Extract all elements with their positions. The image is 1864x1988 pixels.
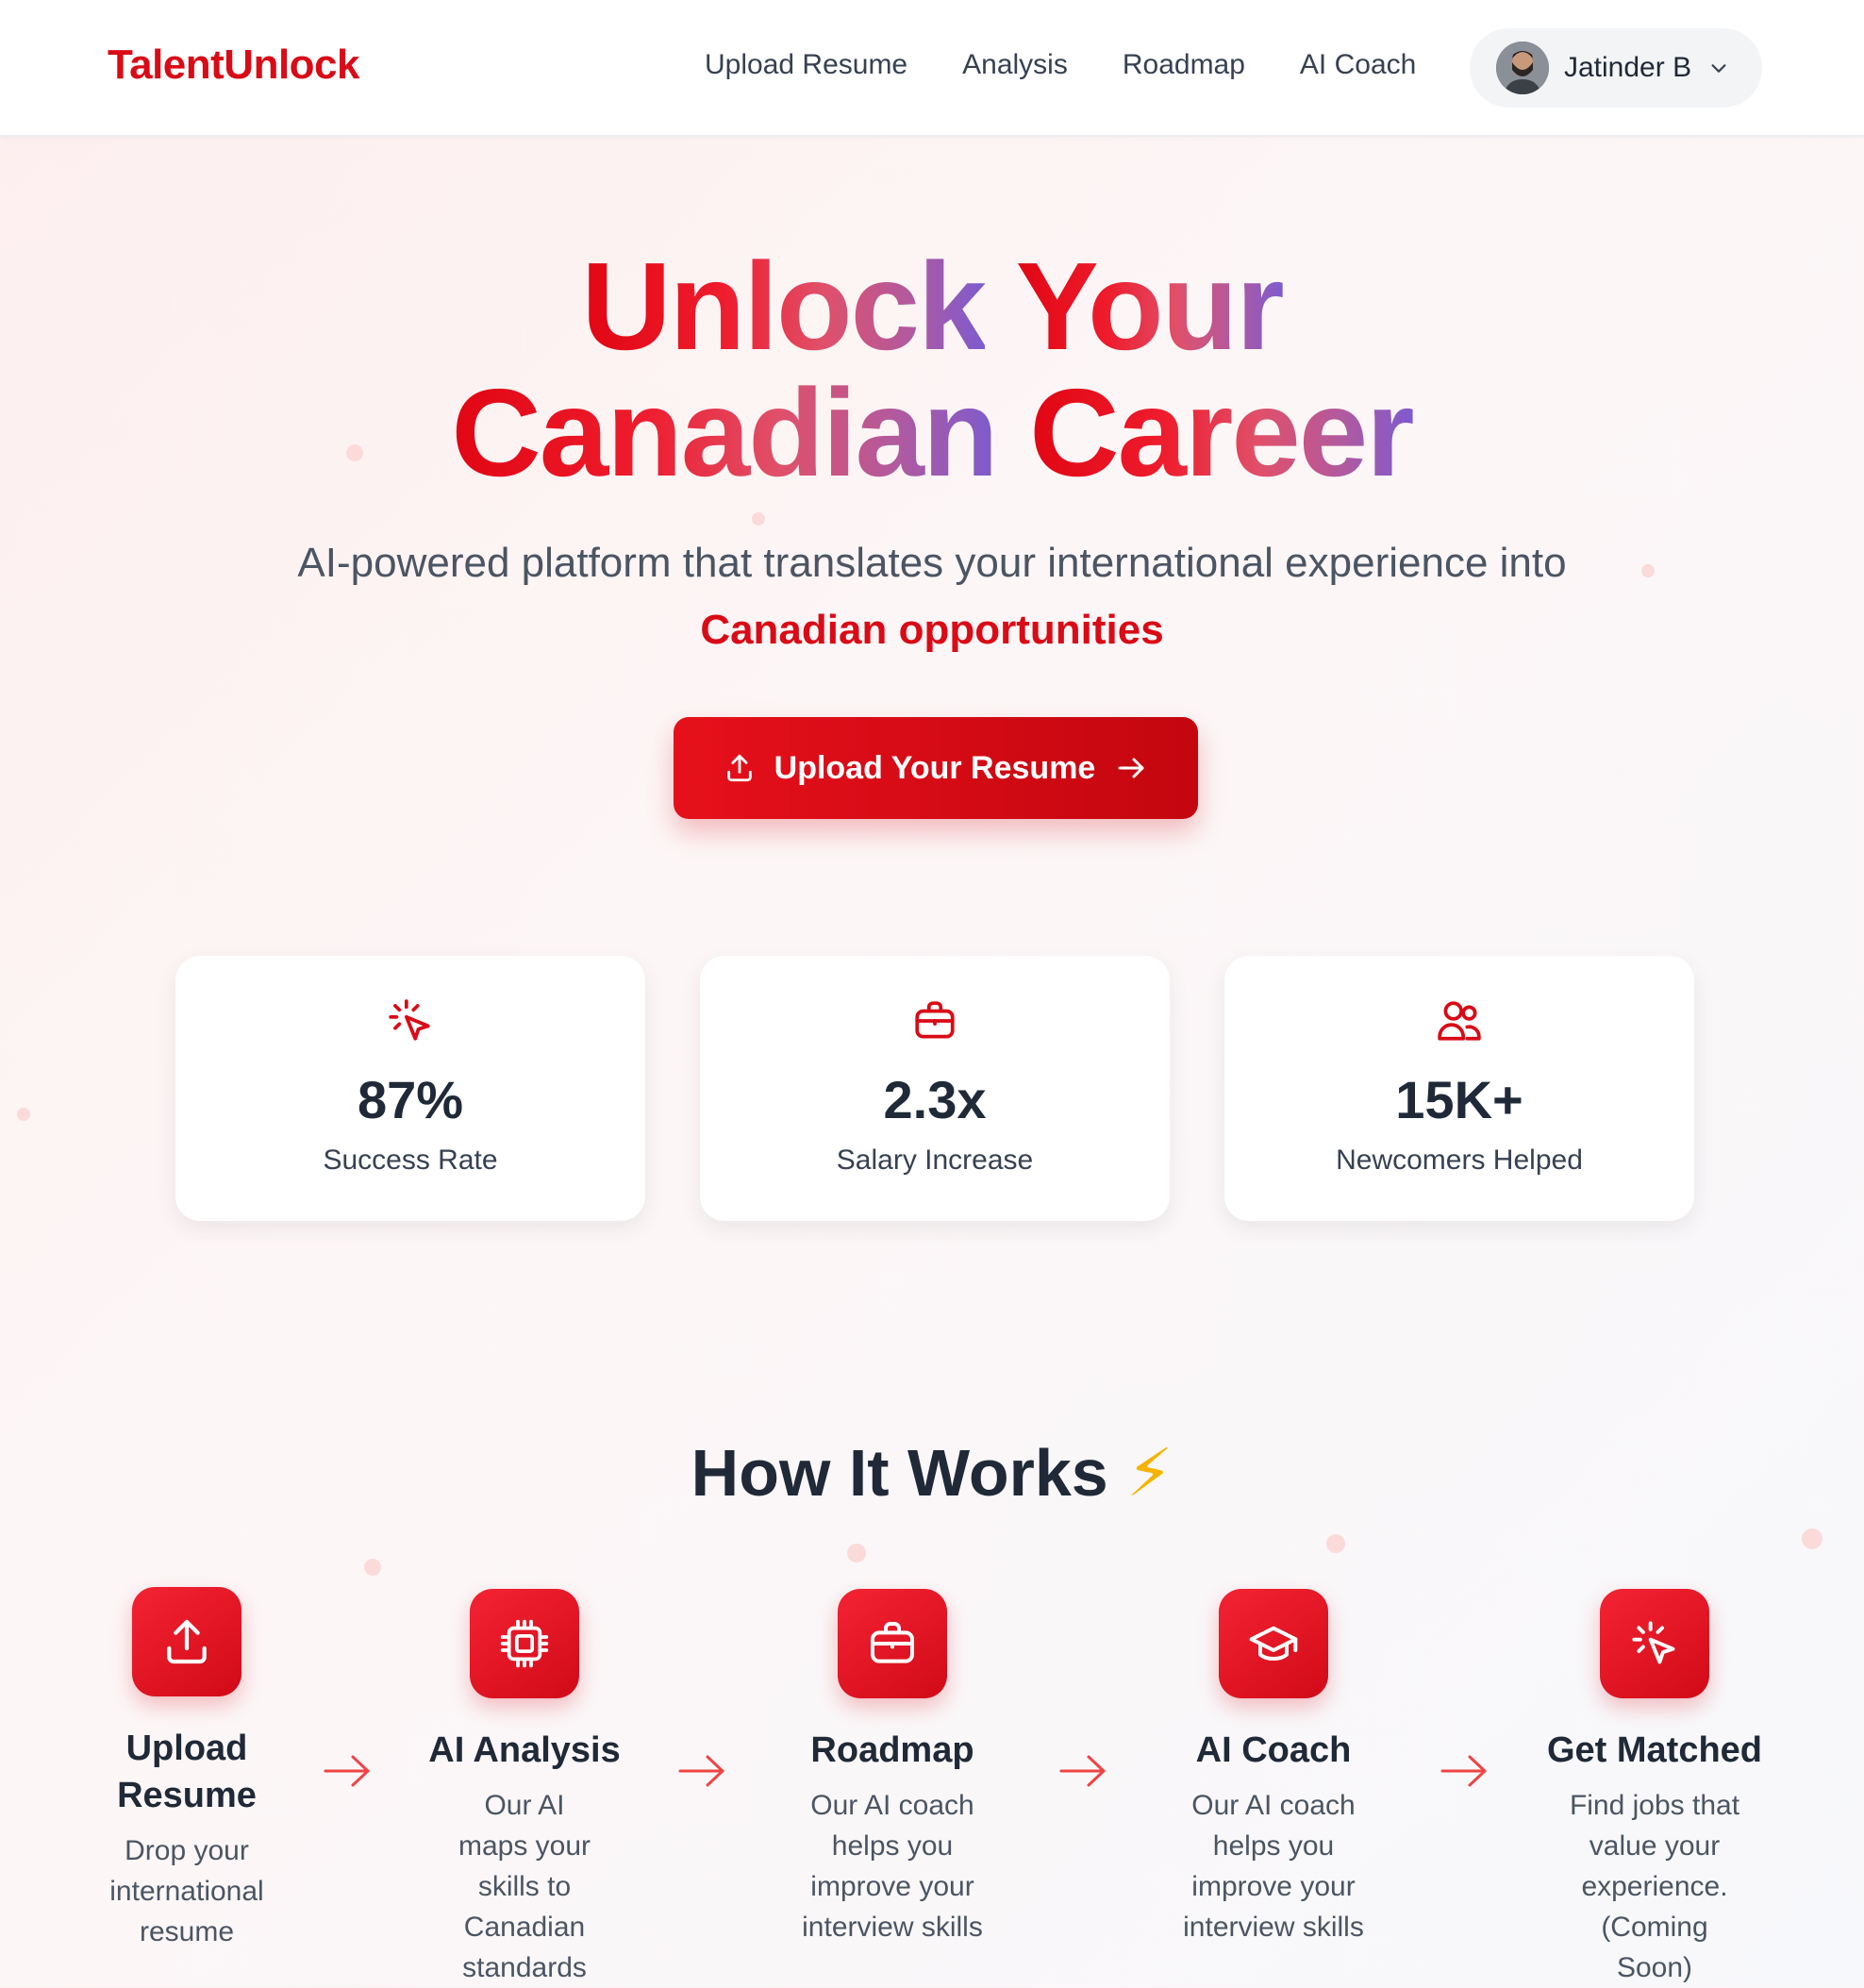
avatar [1496,42,1549,94]
step-description: Drop your international resume [109,1835,264,1947]
step-icon-badge [838,1589,947,1698]
step-title: AI Analysis [428,1730,621,1770]
step-description: Find jobs that value your experience. (C… [1569,1790,1740,1983]
nav-link-upload-resume[interactable]: Upload Resume [705,49,907,81]
stat-card-newcomers-helped: 15K+ Newcomers Helped [1224,956,1694,1221]
hero-accent: Canadian opportunities [700,607,1164,653]
user-menu[interactable]: Jatinder B [1470,28,1762,108]
upload-icon [167,1619,207,1664]
hero-subtitle: AI-powered platform that translates your… [297,540,1567,586]
decorative-dot [17,1108,30,1121]
stat-value: 87% [357,1070,464,1129]
step-icon-badge [1219,1589,1328,1698]
stat-value: 2.3x [883,1070,987,1129]
step-title: Upload Resume [117,1729,257,1815]
briefcase-icon [915,1001,955,1039]
cursor-click-icon [389,999,430,1041]
cpu-chip-icon [500,1619,549,1668]
hero-title-word: Canadian [451,363,998,502]
brand-logo[interactable]: TalentUnlock [108,42,360,89]
step-upload-resume: Upload Resume Drop your international re… [74,1587,300,1952]
nav-link-ai-coach[interactable]: AI Coach [1300,49,1416,81]
step-icon-badge [132,1587,241,1696]
step-ai-coach: AI Coach Our AI coach helps you improve … [1160,1589,1387,1947]
cursor-click-icon [1632,1621,1675,1664]
decorative-dot [847,1544,866,1562]
cta-label: Upload Your Resume [774,749,1096,786]
step-title: Get Matched [1546,1730,1763,1770]
arrow-right-icon [678,1755,724,1787]
upload-resume-cta-button[interactable]: Upload Your Resume [674,717,1198,819]
step-description: Our AI coach helps you improve your inte… [802,1790,983,1943]
nav-link-roadmap[interactable]: Roadmap [1123,49,1245,81]
stat-label: Success Rate [323,1144,498,1176]
briefcase-icon [871,1622,914,1663]
stat-value: 15K+ [1395,1070,1523,1129]
nav-links: Upload Resume Analysis Roadmap AI Coach [705,49,1416,81]
chevron-down-icon [1711,64,1726,73]
stat-card-success-rate: 87% Success Rate [175,956,645,1221]
decorative-dot [364,1559,381,1576]
stat-card-salary-increase: 2.3x Salary Increase [700,956,1170,1221]
step-title: AI Coach [1195,1730,1352,1770]
step-icon-badge [1600,1589,1709,1698]
hero-title-word: Career [1029,363,1414,502]
step-description: Our AI coach helps you improve your inte… [1183,1790,1364,1943]
step-icon-badge [470,1589,579,1698]
arrow-right-icon [1118,758,1144,778]
step-title: Roadmap [810,1730,974,1770]
hero-title-word: Unlock [581,237,987,376]
step-roadmap: Roadmap Our AI coach helps you improve y… [779,1589,1006,1947]
stat-label: Newcomers Helped [1336,1144,1583,1176]
step-get-matched: Get Matched Find jobs that value your ex… [1541,1589,1768,1988]
decorative-dot [1802,1529,1822,1549]
section-heading-text: How It Works [691,1436,1108,1510]
arrow-right-icon [1059,1755,1106,1787]
how-it-works-title: How It Works ⚡ [0,1434,1864,1512]
decorative-dot [752,512,765,526]
upload-icon [726,754,752,782]
decorative-dot [1326,1534,1345,1553]
top-nav: TalentUnlock Upload Resume Analysis Road… [0,0,1864,137]
hero-title: Unlock Your Canadian Career [0,243,1864,496]
stat-label: Salary Increase [836,1144,1034,1176]
nav-link-analysis[interactable]: Analysis [962,49,1068,81]
graduation-cap-icon [1249,1626,1298,1662]
step-ai-analysis: AI Analysis Our AI maps your skills to C… [411,1589,638,1988]
arrow-right-icon [324,1755,370,1787]
hero-title-word: Your [1015,237,1285,376]
users-icon [1438,1001,1481,1041]
step-description: Our AI maps your skills to Canadian stan… [458,1790,591,1983]
arrow-right-icon [1440,1755,1487,1787]
lightning-icon: ⚡ [1126,1436,1173,1510]
user-name: Jatinder B [1564,52,1692,83]
